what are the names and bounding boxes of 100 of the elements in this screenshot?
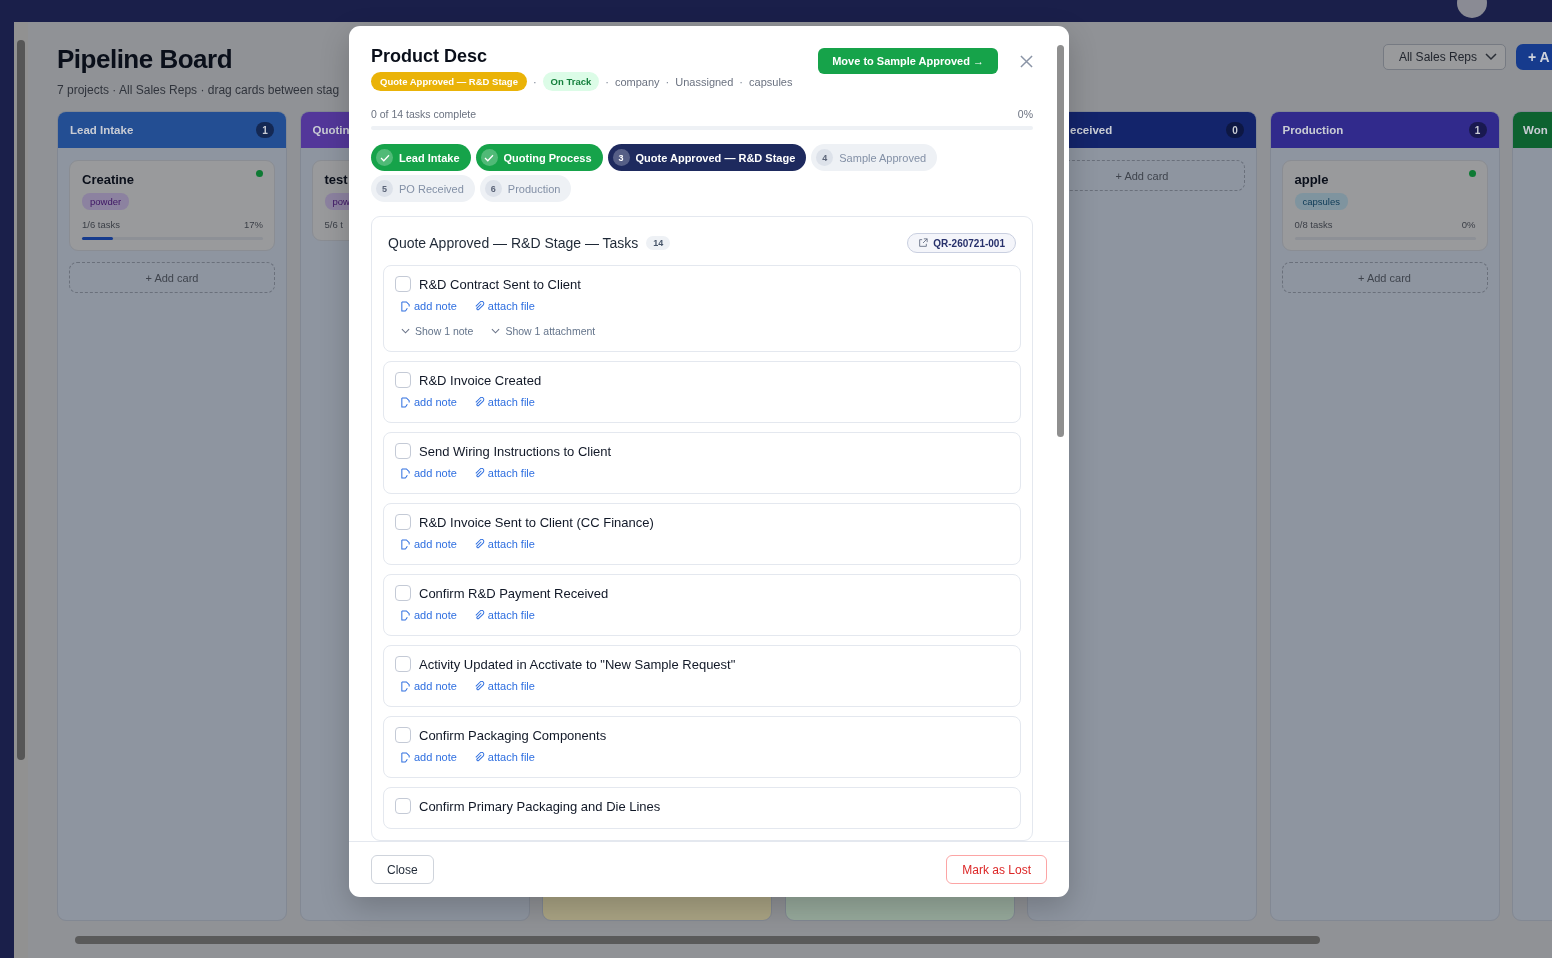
project-card[interactable]: apple capsules 0/8 tasks 0% (1281, 160, 1488, 251)
separator: · (532, 75, 537, 88)
card-title: test (324, 172, 348, 187)
mark-lost-button[interactable]: Mark as Lost (946, 855, 1047, 884)
external-link-icon (918, 238, 929, 248)
chevron-down-icon (401, 328, 410, 334)
stage-step[interactable]: Lead Intake (371, 144, 471, 171)
task-action-link[interactable]: add note (400, 751, 457, 763)
task-action-link[interactable]: attach file (473, 538, 535, 550)
stage-step[interactable]: 4 Sample Approved (811, 144, 938, 171)
paperclip-icon (473, 396, 485, 408)
task-action-link[interactable]: add note (400, 680, 457, 692)
paperclip-icon (473, 609, 485, 621)
column-title: eceived (1070, 124, 1113, 136)
task-action-link[interactable]: add note (400, 467, 457, 479)
paperclip-icon (473, 538, 485, 550)
percent: 17% (244, 219, 263, 230)
meta-text: capsules (749, 75, 793, 88)
checkbox[interactable] (395, 656, 411, 672)
card-title: apple (1294, 172, 1329, 187)
checkbox[interactable] (395, 727, 411, 743)
task-action-link[interactable]: add note (400, 538, 457, 550)
note-icon (400, 751, 411, 763)
page-title: Pipeline Board (57, 44, 234, 75)
task-count: 5/6 t (324, 219, 343, 230)
stage-badge: Quote Approved — R&D Stage (371, 72, 527, 91)
stage-step[interactable]: 6 Production (479, 175, 572, 202)
stage-step[interactable]: 3 Quote Approved — R&D Stage (607, 144, 807, 171)
project-card[interactable]: Creatine powder 1/6 tasks 17% (69, 160, 275, 251)
paperclip-icon (473, 680, 485, 692)
task-action-link[interactable]: attach file (473, 300, 535, 312)
add-project-button[interactable]: + A (1516, 44, 1552, 70)
note-icon (400, 396, 411, 408)
task-action-link[interactable]: add note (400, 300, 457, 312)
paperclip-icon (473, 300, 485, 312)
count-badge: 0 (1226, 122, 1244, 138)
close-icon[interactable] (1020, 55, 1033, 68)
paperclip-icon (473, 751, 485, 763)
progress-text: 0 of 14 tasks complete (371, 108, 477, 120)
task-title: Confirm R&D Payment Received (419, 585, 609, 601)
task-title: R&D Invoice Sent to Client (CC Finance) (419, 514, 654, 530)
task-action-link[interactable]: attach file (473, 396, 535, 408)
chevron-down-icon (491, 328, 501, 334)
column-title: Quotin (312, 124, 350, 136)
check-icon (484, 153, 495, 162)
task-action-link[interactable]: attach file (473, 609, 535, 621)
count-badge: 1 (256, 122, 274, 138)
task-action-link[interactable]: attach file (473, 751, 535, 763)
stage-step[interactable]: 5 PO Received (371, 175, 475, 202)
separator: · (739, 75, 744, 88)
task-action-link[interactable]: add note (400, 609, 457, 621)
expand-toggle[interactable]: Show 1 note (401, 325, 474, 337)
checkbox[interactable] (395, 514, 411, 530)
task-action-link[interactable]: add note (400, 396, 457, 408)
note-icon (400, 300, 411, 312)
tag: powder (82, 193, 130, 210)
add-card-button[interactable]: + Add card (69, 262, 275, 293)
percent: 0% (1461, 219, 1476, 230)
column-title: Lead Intake (70, 124, 134, 136)
task-action-link[interactable]: attach file (473, 680, 535, 692)
meta-text: Unassigned (675, 75, 734, 88)
add-card-button[interactable]: + Add card (1281, 262, 1488, 293)
checkbox[interactable] (395, 276, 411, 292)
move-stage-button[interactable]: Move to Sample Approved → (818, 48, 998, 74)
sales-rep-dropdown[interactable]: All Sales Reps (1382, 44, 1506, 70)
expand-toggle[interactable]: Show 1 attachment (491, 325, 596, 337)
note-icon (400, 467, 411, 479)
task-title: Activity Updated in Acctivate to "New Sample Request" (419, 656, 736, 672)
task-title: Confirm Packaging Components (419, 727, 607, 743)
task-count: 0/8 tasks (1294, 219, 1333, 230)
paperclip-icon (473, 467, 485, 479)
page-subtitle: 7 projects · All Sales Reps · drag cards between stag (57, 83, 340, 97)
tag: capsules (1294, 193, 1348, 210)
checkbox[interactable] (395, 443, 411, 459)
chevron-down-icon (1485, 53, 1497, 61)
progress-percent: 0% (1017, 108, 1033, 120)
column-title: Production (1282, 124, 1344, 136)
task-title: R&D Contract Sent to Client (419, 276, 581, 292)
check-icon (379, 153, 390, 162)
checkbox[interactable] (395, 798, 411, 814)
separator: · (665, 75, 670, 88)
meta-text: company (614, 75, 660, 88)
dialog-title: Product Desc (371, 46, 489, 67)
column-title: Won (1523, 124, 1548, 136)
task-action-link[interactable]: attach file (473, 467, 535, 479)
note-icon (400, 609, 411, 621)
status-badge: On Track (542, 72, 600, 91)
checkbox[interactable] (395, 372, 411, 388)
reference-link[interactable]: QR-260721-001 (907, 233, 1016, 253)
note-icon (400, 680, 411, 692)
scrollbar[interactable] (14, 22, 28, 958)
separator: · (605, 75, 609, 88)
stage-step[interactable]: Quoting Process (475, 144, 603, 171)
task-title: R&D Invoice Created (419, 372, 542, 388)
card-title: Creatine (82, 172, 135, 187)
checkbox[interactable] (395, 585, 411, 601)
count-badge: 14 (646, 236, 671, 250)
scrollbar[interactable] (75, 936, 1320, 944)
count-badge: 1 (1468, 122, 1487, 138)
close-button[interactable]: Close (371, 855, 434, 884)
